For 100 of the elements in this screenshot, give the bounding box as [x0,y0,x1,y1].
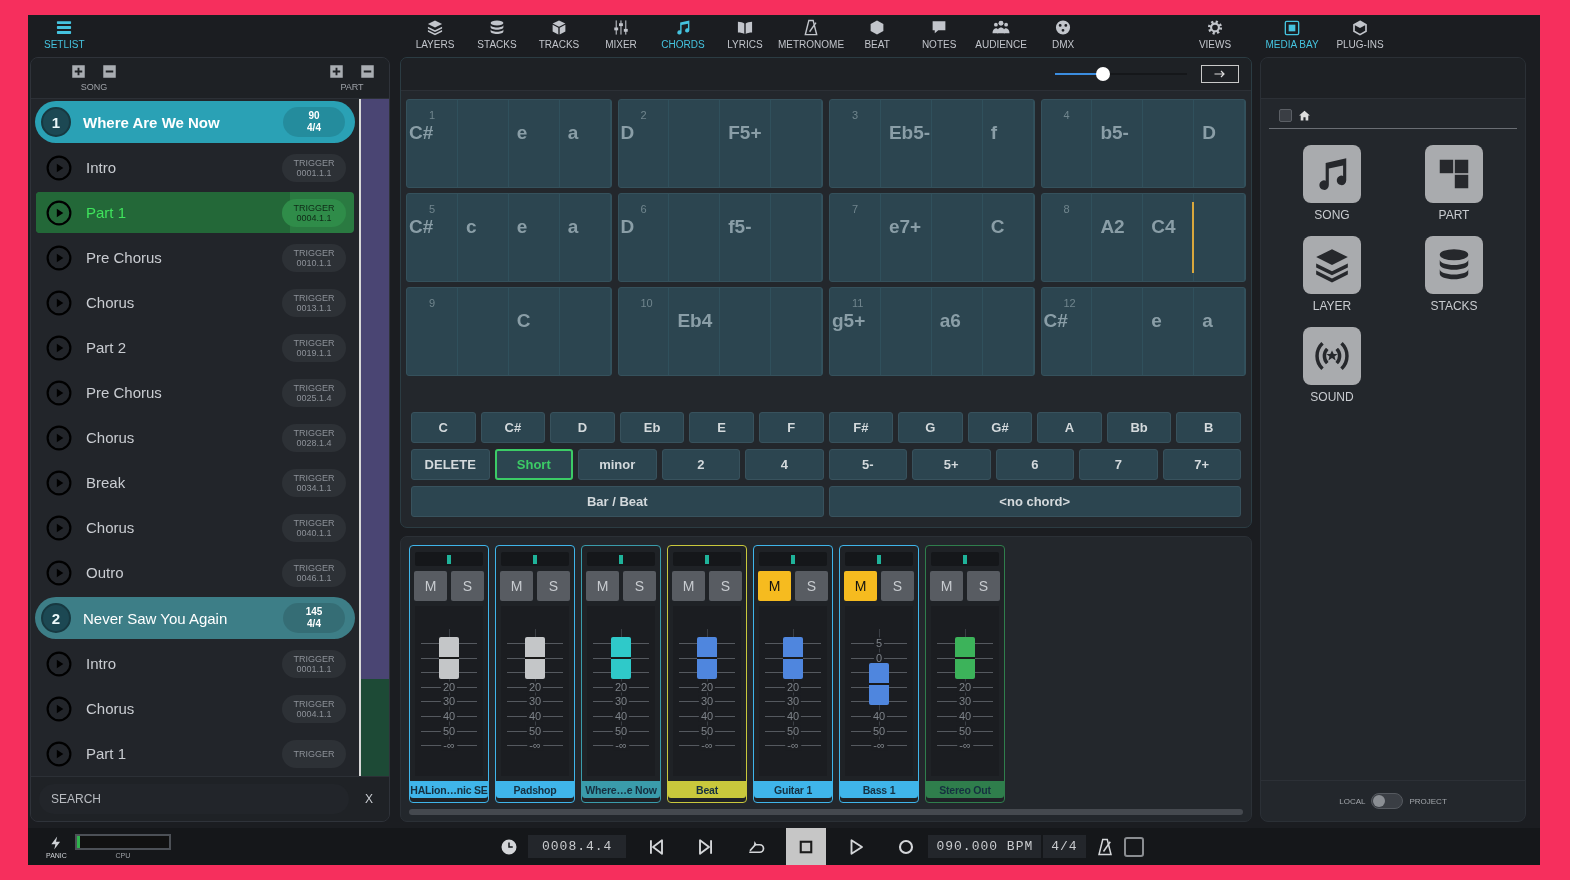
part-row[interactable]: Chorus TRIGGER 0004.1.1 [36,686,354,731]
chord-bar[interactable]: e7+ C 7 [829,193,1035,282]
tab[interactable]: TRACKS [528,15,590,53]
fader-handle[interactable] [525,637,545,679]
tab[interactable]: DMX [1032,15,1095,53]
chord-button[interactable]: 6 [995,449,1074,480]
chord-button[interactable]: A [1037,412,1102,443]
add-icon[interactable] [329,64,344,79]
chord-bar[interactable]: C 9 [406,287,612,376]
tab[interactable]: CHORDS [652,15,714,53]
chord-button[interactable]: Bb [1106,412,1172,443]
media-tile[interactable]: LAYER [1271,236,1393,313]
part-row[interactable]: Chorus TRIGGER 0040.1.1 [36,505,354,550]
tab[interactable]: AUDIENCE [970,15,1033,53]
remove-icon[interactable] [360,64,375,79]
song-header[interactable]: 2 Never Saw You Again 145 4/4 [35,597,355,639]
mute-button[interactable]: M [758,571,791,601]
fader-handle[interactable] [439,637,459,679]
song-header[interactable]: 1 Where Are We Now 90 4/4 [35,101,355,143]
fader-handle[interactable] [955,637,975,679]
scrollbar[interactable] [409,809,1243,815]
mute-button[interactable]: M [844,571,877,601]
part-row[interactable]: Break TRIGGER 0034.1.1 [36,460,354,505]
add-icon[interactable] [71,64,86,79]
tab[interactable]: LYRICS [714,15,776,53]
fader-handle[interactable] [611,637,631,679]
home-icon[interactable] [1298,109,1311,122]
chord-button[interactable]: DELETE [411,449,490,480]
chord-button[interactable]: 5+ [912,449,991,480]
tab[interactable]: METRONOME [776,15,847,53]
stop-button[interactable] [786,828,827,865]
search-field[interactable]: SEARCH [39,784,349,814]
pan-indicator[interactable] [673,552,741,566]
mute-button[interactable]: M [586,571,619,601]
chord-bar[interactable]: g5+ a6 11 [829,287,1035,376]
part-row[interactable]: Part 1 TRIGGER [36,731,354,776]
chord-button[interactable]: 7+ [1162,449,1241,480]
tab[interactable]: MIXER [590,15,652,53]
chord-bar[interactable]: C# e a 12 [1040,287,1246,376]
chord-bar[interactable]: C# e a 1 [406,99,612,188]
pan-indicator[interactable] [931,552,999,566]
pan-indicator[interactable] [415,552,483,566]
part-row[interactable]: Pre Chorus TRIGGER 0010.1.1 [36,235,354,280]
chord-bar[interactable]: D f5- 6 [617,193,823,282]
media-tile[interactable]: STACKS [1393,236,1515,313]
clear-button[interactable]: X [357,787,381,811]
chord-button[interactable]: Short [494,449,573,480]
chord-button[interactable]: D [550,412,615,443]
part-row[interactable]: Pre Chorus TRIGGER 0025.1.4 [36,370,354,415]
slider-thumb[interactable] [1096,67,1111,81]
pan-indicator[interactable] [759,552,827,566]
part-row[interactable]: Part 2 TRIGGER 0019.1.1 [36,325,354,370]
position-display[interactable]: 0008.4.4 [528,835,627,858]
tab[interactable]: STACKS [466,15,528,53]
chord-bar[interactable]: Eb4 10 [617,287,823,376]
tempo-display[interactable]: 090.000 BPM [928,835,1042,858]
active-part-row[interactable]: Part 1 TRIGGER 0004.1.1 [36,192,354,233]
fader-handle[interactable] [783,637,803,679]
part-row[interactable]: Chorus TRIGGER 0013.1.1 [36,280,354,325]
fader-handle[interactable] [869,662,889,705]
tab[interactable]: NOTES [908,15,971,53]
signature-display[interactable]: 4/4 [1043,835,1086,858]
metronome-icon[interactable] [1095,837,1114,856]
part-row[interactable]: Intro TRIGGER 0001.1.1 [36,145,354,190]
chord-button[interactable]: E [689,412,754,443]
tab[interactable]: MEDIA BAY [1262,15,1322,53]
tab[interactable]: SETLIST [42,15,87,53]
tab[interactable]: LAYERS [404,15,466,53]
tab[interactable]: BEAT [846,15,909,53]
part-row[interactable]: Chorus TRIGGER 0028.1.4 [36,415,354,460]
chord-button[interactable]: Bar / Beat [411,486,824,517]
fader-handle[interactable] [697,637,717,679]
chord-button[interactable]: <no chord> [828,486,1241,517]
mute-button[interactable]: M [672,571,705,601]
pan-indicator[interactable] [587,552,655,566]
chord-button[interactable]: Eb [619,412,685,443]
solo-button[interactable]: S [881,571,914,601]
chord-button[interactable]: 4 [745,449,824,480]
media-tile[interactable]: SOUND [1271,327,1393,404]
chord-button[interactable]: 7 [1079,449,1158,480]
pan-indicator[interactable] [501,552,569,566]
chord-bar[interactable]: C# c e a 5 [406,193,612,282]
clock-icon[interactable] [500,837,518,856]
chord-bar[interactable]: D F5+ 2 [617,99,823,188]
pan-indicator[interactable] [845,552,913,566]
part-row[interactable]: Outro TRIGGER 0046.1.1 [36,550,354,595]
tab[interactable]: PLUG-INS [1330,15,1390,53]
chord-button[interactable]: C# [480,412,546,443]
chord-button[interactable]: F [758,412,824,443]
solo-button[interactable]: S [451,571,484,601]
chord-bar[interactable]: A2 C4 8 [1040,193,1246,282]
chord-button[interactable]: B [1176,412,1241,443]
chord-bar[interactable]: b5- D 4 [1040,99,1246,188]
remove-icon[interactable] [102,64,117,79]
views-button[interactable]: VIEWS [1184,15,1246,53]
solo-button[interactable]: S [967,571,1000,601]
chord-button[interactable]: G# [967,412,1033,443]
chord-button[interactable]: G [898,412,963,443]
chord-button[interactable]: C [411,412,476,443]
media-tile[interactable]: SONG [1271,145,1393,222]
